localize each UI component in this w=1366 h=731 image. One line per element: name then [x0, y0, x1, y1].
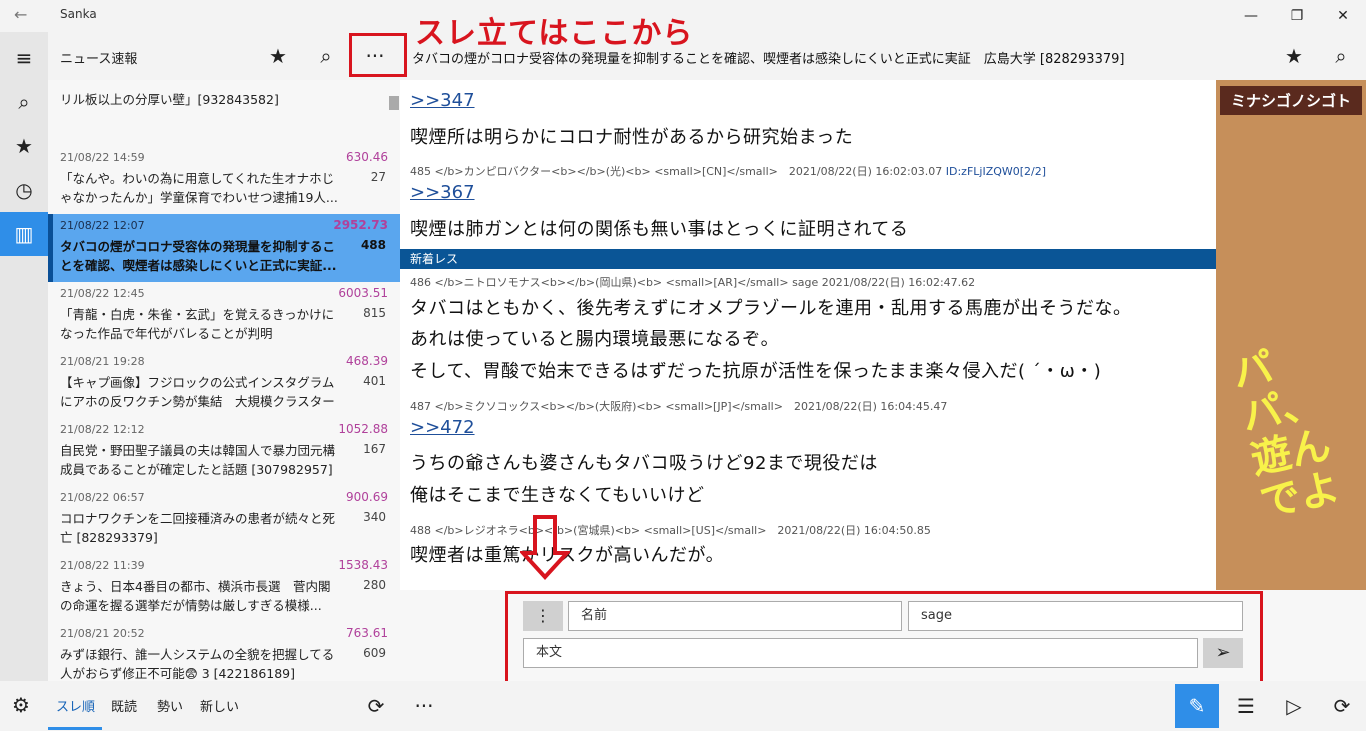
pencil-icon[interactable]: ✎	[1175, 684, 1219, 728]
thread-score: 1538.43	[338, 558, 388, 572]
thread-count: 27	[370, 170, 386, 184]
tab-momentum[interactable]: 勢い	[157, 696, 183, 715]
thread-title: 「青龍・白虎・朱雀・玄武」を覚えるきっかけになった作品で年代がバレることが判明 …	[60, 307, 335, 341]
post-meta-text: 485 </b>カンピロバクター<b></b>(光)<b> <small>[CN…	[410, 165, 946, 178]
thread-score: 763.61	[346, 626, 388, 640]
scrollbar-thumb[interactable]	[389, 96, 399, 110]
thread-score: 2952.73	[333, 218, 388, 232]
thread-item[interactable]: 21/08/21 19:28 468.39 【キャプ画像】フジロックの公式インス…	[48, 350, 400, 418]
play-icon[interactable]: ▷	[1272, 690, 1316, 722]
thread-item[interactable]: 21/08/22 12:45 6003.51 「青龍・白虎・朱雀・玄武」を覚える…	[48, 282, 400, 350]
thread-date: 21/08/22 12:07	[60, 219, 145, 232]
thread-title: みずほ銀行、誰一人システムの全貌を把握してる人がおらず修正不可能😨 3 [422…	[60, 647, 335, 681]
reply-anchor-link[interactable]: >>367	[410, 182, 475, 203]
thread-score: 630.46	[346, 150, 388, 164]
post-list: >>347 喫煙所は明らかにコロナ耐性があるから研究始まった 485 </b>カ…	[400, 80, 1216, 590]
thread-item[interactable]: 21/08/22 14:59 630.46 「なんや。わいの為に用意してくれた生…	[48, 146, 400, 214]
thread-item[interactable]: 21/08/22 06:57 900.69 コロナワクチンを二回接種済みの患者が…	[48, 486, 400, 554]
ad-text: パパ、遊んでよ	[1228, 344, 1344, 527]
thread-date: 21/08/22 12:45	[60, 287, 145, 300]
hamburger-menu-icon[interactable]: ≡	[0, 36, 48, 80]
rail-history-icon[interactable]: ◷	[0, 168, 48, 212]
thread-title: きょう、日本4番目の都市、横浜市長選 菅内閣の命運を握る選挙だが情勢は厳しすぎる…	[60, 579, 331, 613]
thread-list-header: ニュース速報 ★ ⌕ ···	[48, 32, 400, 80]
thread-count: 280	[363, 578, 386, 592]
thread-title: 「なんや。わいの為に用意してくれた生オナホじゃなかったんか」学童保育でわいせつ逮…	[60, 171, 338, 205]
refresh-list-icon[interactable]: ⟳	[354, 690, 398, 722]
thread-date: 21/08/22 11:39	[60, 559, 145, 572]
post-body-line: うちの爺さんも婆さんもタバコ吸うけど92まで現役だは	[410, 453, 878, 474]
thread-count: 401	[363, 374, 386, 388]
bottom-bar: ⚙ スレ順 既読 勢い 新しい ⟳ ··· ✎ ☰ ▷ ⟳	[0, 681, 1366, 731]
list-item-partial[interactable]: リル板以上の分厚い壁」[932843582]	[60, 90, 380, 140]
thread-score: 1052.88	[338, 422, 388, 436]
reply-anchor-link[interactable]: >>472	[410, 417, 475, 438]
app-title: Sanka	[60, 7, 97, 21]
tab-read[interactable]: 既読	[111, 696, 137, 715]
favorite-thread-icon[interactable]: ★	[1276, 40, 1312, 72]
thread-score: 6003.51	[338, 286, 388, 300]
thread-date: 21/08/21 19:28	[60, 355, 145, 368]
thread-count: 815	[363, 306, 386, 320]
restore-button[interactable]: ❐	[1274, 2, 1320, 30]
thread-title: 自民党・野田聖子議員の夫は韓国人で暴力団元構成員であることが確定したと話題 [3…	[60, 443, 336, 477]
new-posts-banner: 新着レス	[400, 249, 1216, 269]
thread-list-panel: ニュース速報 ★ ⌕ ··· リル板以上の分厚い壁」[932843582] 21…	[48, 32, 400, 681]
annotation-text: スレ立てはここから	[415, 16, 694, 51]
thread-title: 【キャプ画像】フジロックの公式インスタグラムにアホの反ワクチン勢が集結 大規模ク…	[60, 375, 335, 409]
post-body-line: タバコはともかく、後先考えずにオメプラゾールを連用・乱用する馬鹿が出そうだな。	[410, 298, 1132, 319]
compose-highlight-frame	[505, 591, 1263, 684]
thread-item[interactable]: 21/08/22 11:39 1538.43 きょう、日本4番目の都市、横浜市長…	[48, 554, 400, 622]
active-tab-indicator	[48, 727, 102, 730]
star-icon[interactable]: ★	[260, 40, 296, 72]
annotation-frame	[349, 33, 407, 77]
rail-favorites-icon[interactable]: ★	[0, 124, 48, 168]
thread-score: 900.69	[346, 490, 388, 504]
ad-banner[interactable]: ミナシゴノシゴト パパ、遊んでよ	[1216, 80, 1366, 596]
back-arrow-icon[interactable]: ←	[14, 5, 27, 24]
tab-newest[interactable]: 新しい	[200, 696, 239, 715]
post-body-line: 喫煙所は明らかにコロナ耐性があるから研究始まった	[410, 127, 854, 148]
tab-sort-order[interactable]: スレ順	[56, 696, 95, 715]
post-body-line: あれは使っていると腸内環境最悪になるぞ。	[410, 329, 780, 350]
nav-rail: ≡ ⌕ ★ ◷ ▥	[0, 32, 48, 681]
minimize-button[interactable]: —	[1228, 2, 1274, 30]
thread-item[interactable]: 21/08/21 20:52 763.61 みずほ銀行、誰一人システムの全貌を把…	[48, 622, 400, 681]
thread-date: 21/08/21 20:52	[60, 627, 145, 640]
rail-boards-icon[interactable]: ▥	[0, 212, 48, 256]
thread-title: コロナワクチンを二回接種済みの患者が続々と死亡 [828293379]	[60, 511, 336, 545]
thread-date: 21/08/22 06:57	[60, 491, 145, 504]
thread-date: 21/08/22 12:12	[60, 423, 145, 436]
annotation-down-arrow-icon	[520, 515, 570, 580]
post-id-link[interactable]: ID:zFLjIZQW0[2/2]	[946, 165, 1046, 178]
ad-title: ミナシゴノシゴト	[1220, 86, 1362, 115]
thread-date: 21/08/22 14:59	[60, 151, 145, 164]
reload-thread-icon[interactable]: ⟳	[1320, 690, 1364, 722]
rail-search-icon[interactable]: ⌕	[0, 80, 48, 124]
post-meta: 488 </b>レジオネラ<b></b>(宮城県)<b> <small>[US]…	[410, 524, 931, 537]
search-icon[interactable]: ⌕	[308, 40, 344, 72]
settings-gear-icon[interactable]: ⚙	[12, 693, 30, 717]
thread-item[interactable]: 21/08/22 12:12 1052.88 自民党・野田聖子議員の夫は韓国人で…	[48, 418, 400, 486]
thread-count: 609	[363, 646, 386, 660]
post-meta: 485 </b>カンピロバクター<b></b>(光)<b> <small>[CN…	[410, 163, 1046, 179]
thread-title: タバコの煙がコロナ受容体の発現量を抑制することを確認、喫煙者は感染しにくいと正式…	[60, 239, 337, 273]
thread-count: 340	[363, 510, 386, 524]
more-icon[interactable]: ···	[402, 690, 446, 722]
thread-count: 488	[360, 238, 386, 252]
post-body-line: そして、胃酸で始末できるはずだった抗原が活性を保ったまま楽々侵入だ( ´・ω・)	[410, 361, 1102, 382]
post-body-line: 俺はそこまで生きなくてもいいけど	[410, 485, 705, 506]
board-title: ニュース速報	[60, 52, 138, 67]
post-body-line: 喫煙は肺ガンとは何の関係も無い事はとっくに証明されてる	[410, 219, 909, 240]
filter-sliders-icon[interactable]: ☰	[1224, 690, 1268, 722]
post-meta: 487 </b>ミクソコックス<b></b>(大阪府)<b> <small>[J…	[410, 400, 948, 413]
thread-search-icon[interactable]: ⌕	[1323, 40, 1359, 72]
post-meta: 486 </b>ニトロソモナス<b></b>(岡山県)<b> <small>[A…	[410, 276, 976, 289]
thread-item-selected[interactable]: 21/08/22 12:07 2952.73 タバコの煙がコロナ受容体の発現量を…	[48, 214, 400, 282]
thread-score: 468.39	[346, 354, 388, 368]
reply-anchor-link[interactable]: >>347	[410, 90, 475, 111]
thread-count: 167	[363, 442, 386, 456]
close-button[interactable]: ✕	[1320, 2, 1366, 30]
